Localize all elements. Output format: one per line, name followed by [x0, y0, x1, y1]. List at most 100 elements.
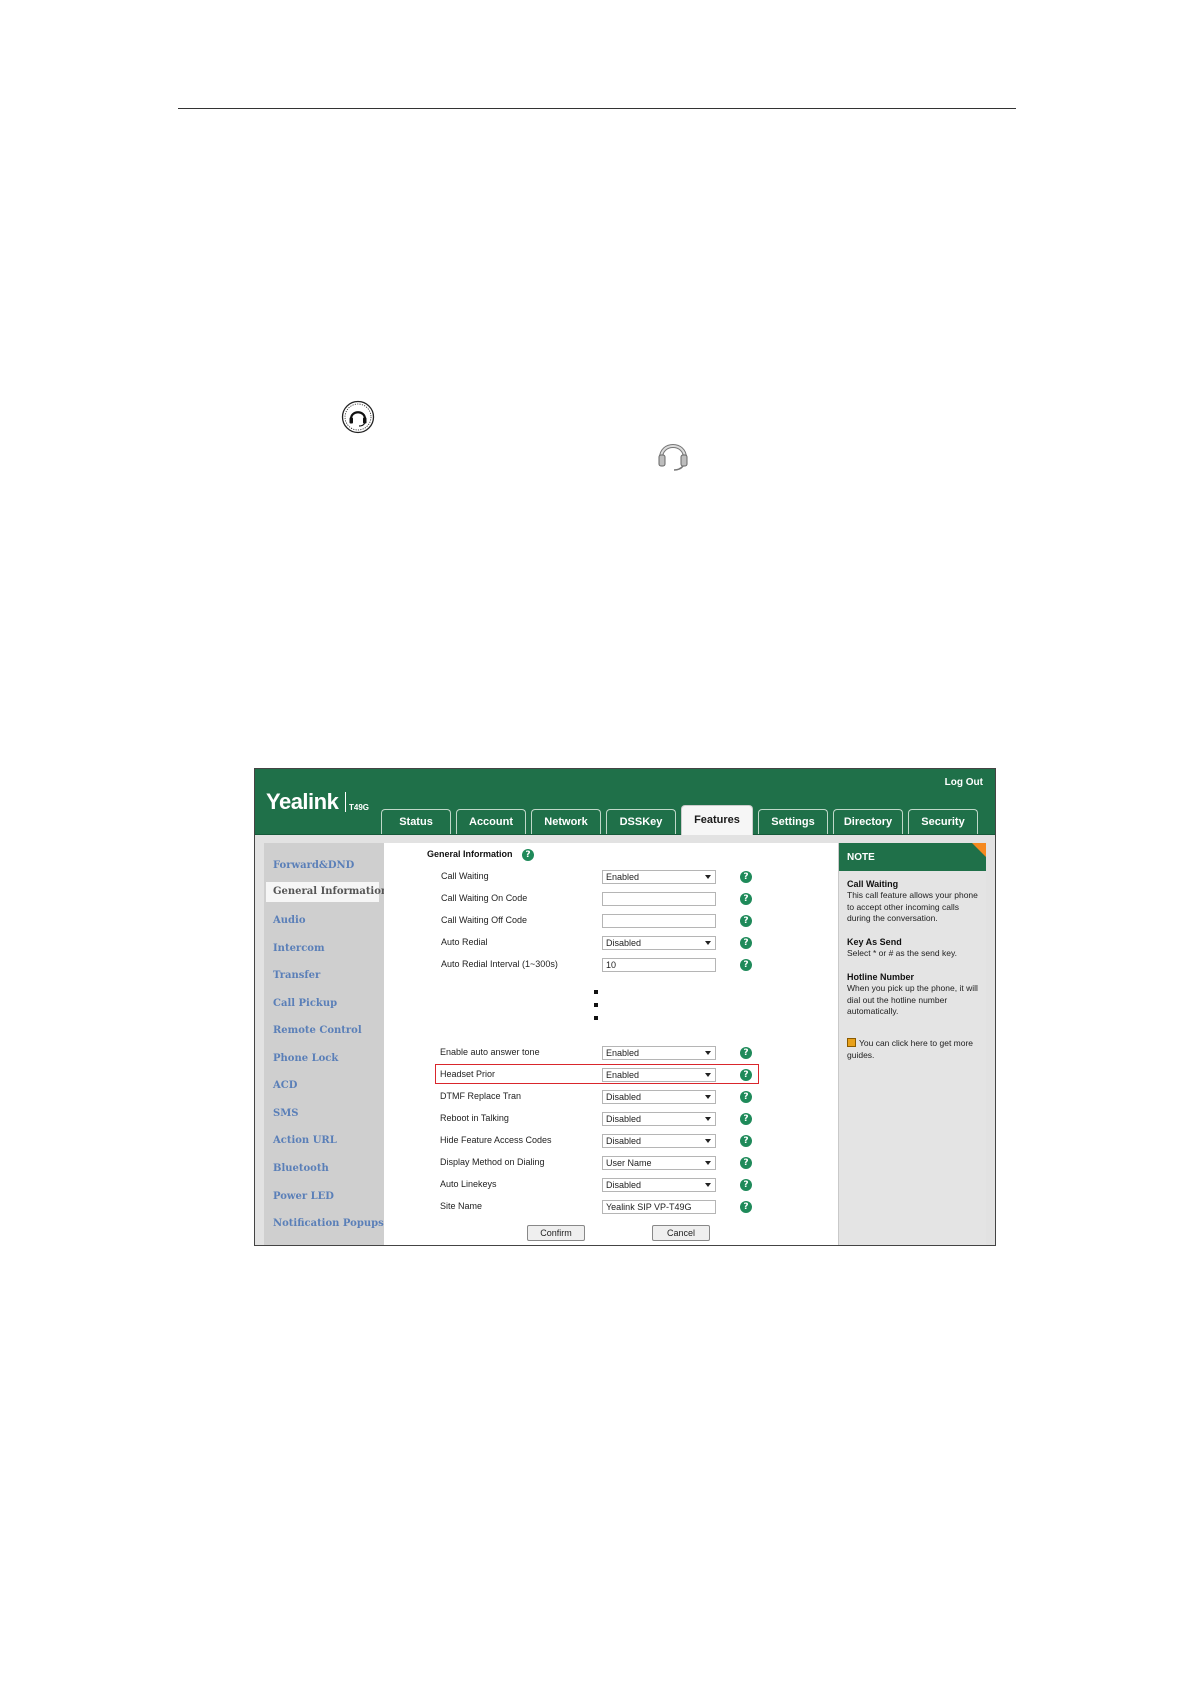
- input-value: 10: [606, 960, 617, 970]
- sidebar-item-notification-popups[interactable]: Notification Popups: [273, 1218, 384, 1229]
- label-call-waiting-on-code: Call Waiting On Code: [441, 893, 528, 903]
- logout-link[interactable]: Log Out: [945, 777, 983, 788]
- tab-features[interactable]: Features: [681, 805, 753, 835]
- brand-logo: Yealink: [266, 789, 339, 814]
- select-enable-auto-answer-tone[interactable]: Enabled: [602, 1046, 716, 1060]
- help-icon[interactable]: ?: [740, 937, 752, 949]
- note-guide-link[interactable]: You can click here to get more guides.: [847, 1038, 983, 1061]
- help-icon[interactable]: ?: [740, 1157, 752, 1169]
- sidebar-item-transfer[interactable]: Transfer: [273, 970, 320, 981]
- section-help-icon[interactable]: ?: [522, 849, 534, 861]
- guide-book-icon: [847, 1038, 856, 1047]
- select-call-waiting[interactable]: Enabled: [602, 870, 716, 884]
- tab-status[interactable]: Status: [381, 809, 451, 834]
- help-icon[interactable]: ?: [740, 915, 752, 927]
- note-corner-mark: [972, 843, 986, 857]
- note-panel: NOTE Call Waiting This call feature allo…: [838, 843, 986, 1245]
- help-icon[interactable]: ?: [740, 1047, 752, 1059]
- input-auto-redial-interval[interactable]: 10: [602, 958, 716, 972]
- sidebar-item-remote-control[interactable]: Remote Control: [273, 1025, 362, 1036]
- input-call-waiting-on-code[interactable]: [602, 892, 716, 906]
- note-heading-call-waiting: Call Waiting: [847, 879, 899, 889]
- select-auto-redial[interactable]: Disabled: [602, 936, 716, 950]
- note-text-hotline-number: When you pick up the phone, it will dial…: [847, 983, 978, 1016]
- sidebar-item-phone-lock[interactable]: Phone Lock: [273, 1053, 338, 1064]
- sidebar-item-general-information[interactable]: General Information: [266, 882, 388, 902]
- select-value: Disabled: [606, 1114, 642, 1124]
- sidebar-item-sms[interactable]: SMS: [273, 1108, 299, 1119]
- sidebar: [264, 843, 384, 1245]
- select-display-method-on-dialing[interactable]: User Name: [602, 1156, 716, 1170]
- headset-round-icon: [341, 400, 375, 434]
- label-hide-feature-access-codes: Hide Feature Access Codes: [440, 1135, 552, 1145]
- sidebar-item-action-url[interactable]: Action URL: [273, 1135, 337, 1146]
- label-enable-auto-answer-tone: Enable auto answer tone: [440, 1047, 540, 1057]
- note-title: NOTE: [847, 852, 875, 863]
- select-value: Enabled: [606, 872, 640, 882]
- input-call-waiting-off-code[interactable]: [602, 914, 716, 928]
- help-icon[interactable]: ?: [740, 959, 752, 971]
- sidebar-item-power-led[interactable]: Power LED: [273, 1191, 334, 1202]
- label-auto-redial: Auto Redial: [441, 937, 488, 947]
- top-header: Yealink T49G Log Out Status Account Netw…: [255, 769, 995, 835]
- ellipsis-dot: [594, 990, 598, 994]
- input-site-name[interactable]: Yealink SIP VP-T49G: [602, 1200, 716, 1214]
- input-value: Yealink SIP VP-T49G: [606, 1202, 692, 1212]
- sidebar-item-forward-dnd[interactable]: Forward&DND: [273, 860, 354, 871]
- tab-account[interactable]: Account: [456, 809, 526, 834]
- note-text-call-waiting: This call feature allows your phone to a…: [847, 890, 978, 923]
- select-value: Disabled: [606, 1180, 642, 1190]
- label-call-waiting: Call Waiting: [441, 871, 489, 881]
- note-heading-hotline-number: Hotline Number: [847, 972, 915, 982]
- label-display-method-on-dialing: Display Method on Dialing: [440, 1157, 545, 1167]
- help-icon[interactable]: ?: [740, 1113, 752, 1125]
- help-icon[interactable]: ?: [740, 871, 752, 883]
- ellipsis-dot: [594, 1016, 598, 1020]
- dropdown-arrow-icon: [705, 1183, 711, 1187]
- tab-dsskey[interactable]: DSSKey: [606, 809, 676, 834]
- headset-prior-highlight-box: [435, 1064, 759, 1084]
- dropdown-arrow-icon: [705, 1051, 711, 1055]
- cancel-button[interactable]: Cancel: [652, 1225, 710, 1241]
- label-dtmf-replace-tran: DTMF Replace Tran: [440, 1091, 522, 1101]
- select-value: Disabled: [606, 938, 642, 948]
- label-site-name: Site Name: [440, 1201, 483, 1211]
- help-icon[interactable]: ?: [740, 1135, 752, 1147]
- model-label: T49G: [349, 803, 370, 812]
- select-dtmf-replace-tran[interactable]: Disabled: [602, 1090, 716, 1104]
- dropdown-arrow-icon: [705, 875, 711, 879]
- web-ui-screenshot: Yealink T49G Log Out Status Account Netw…: [254, 768, 996, 1246]
- help-icon[interactable]: ?: [740, 1179, 752, 1191]
- label-auto-linekeys: Auto Linekeys: [440, 1179, 497, 1189]
- select-reboot-in-talking[interactable]: Disabled: [602, 1112, 716, 1126]
- sidebar-item-acd[interactable]: ACD: [273, 1080, 297, 1091]
- headset-icon: [658, 444, 688, 471]
- note-text-key-as-send: Select * or # as the send key.: [847, 948, 957, 958]
- select-value: Enabled: [606, 1048, 640, 1058]
- sidebar-item-intercom[interactable]: Intercom: [273, 943, 325, 954]
- select-auto-linekeys[interactable]: Disabled: [602, 1178, 716, 1192]
- label-reboot-in-talking: Reboot in Talking: [440, 1113, 509, 1123]
- help-icon[interactable]: ?: [740, 1201, 752, 1213]
- note-guide-text: You can click here to get more guides.: [847, 1038, 974, 1060]
- dropdown-arrow-icon: [705, 941, 711, 945]
- select-hide-feature-access-codes[interactable]: Disabled: [602, 1134, 716, 1148]
- help-icon[interactable]: ?: [740, 893, 752, 905]
- confirm-button[interactable]: Confirm: [527, 1225, 585, 1241]
- select-value: Disabled: [606, 1092, 642, 1102]
- tab-security[interactable]: Security: [908, 809, 978, 834]
- dropdown-arrow-icon: [705, 1117, 711, 1121]
- tab-directory[interactable]: Directory: [833, 809, 903, 834]
- dropdown-arrow-icon: [705, 1139, 711, 1143]
- tab-network[interactable]: Network: [531, 809, 601, 834]
- sidebar-item-bluetooth[interactable]: Bluetooth: [273, 1163, 329, 1174]
- tab-settings[interactable]: Settings: [758, 809, 828, 834]
- sidebar-item-call-pickup[interactable]: Call Pickup: [273, 998, 337, 1009]
- help-icon[interactable]: ?: [740, 1091, 752, 1103]
- page-top-rule: [178, 108, 1016, 109]
- sidebar-item-audio[interactable]: Audio: [273, 915, 306, 926]
- note-header: NOTE: [839, 843, 986, 871]
- select-value: User Name: [606, 1158, 652, 1168]
- note-heading-key-as-send: Key As Send: [847, 937, 902, 947]
- logo-divider: [345, 792, 346, 812]
